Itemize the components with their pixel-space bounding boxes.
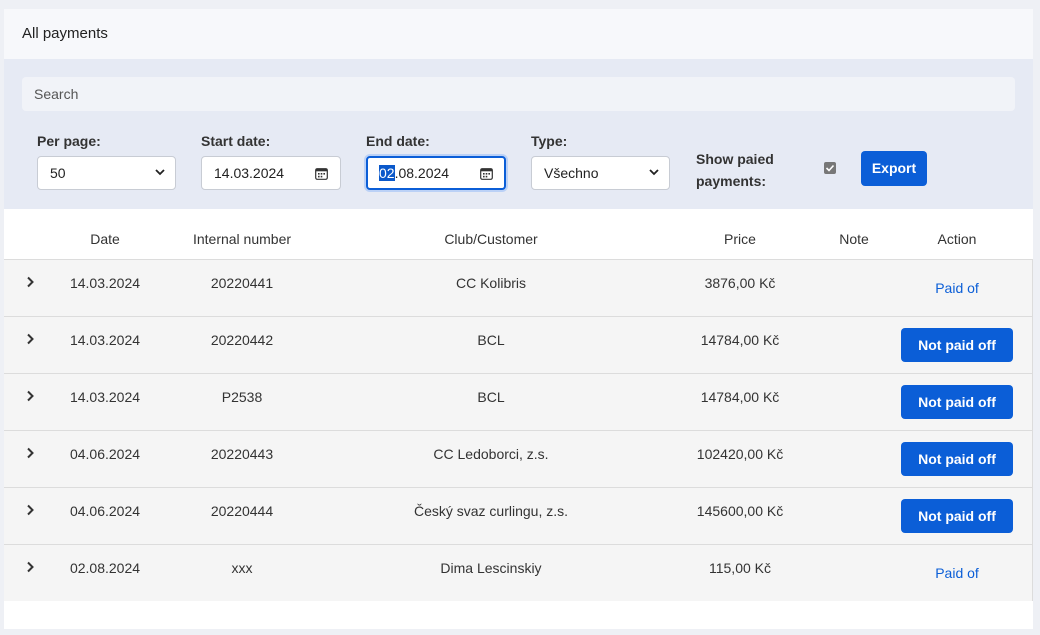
cell-date: 04.06.2024 (69, 446, 141, 462)
cell-customer: BCL (477, 389, 505, 405)
export-button[interactable]: Export (861, 151, 927, 186)
cell-date: 14.03.2024 (69, 389, 141, 405)
start-date-label: Start date: (201, 133, 271, 149)
cell-date: 14.03.2024 (69, 275, 141, 291)
not-paid-off-button[interactable]: Not paid off (901, 499, 1013, 533)
column-header-price: Price (724, 231, 756, 247)
table-row: 14.03.2024 20220442 BCL 14784,00 Kč Not … (4, 316, 1033, 373)
cell-price: 14784,00 Kč (700, 332, 780, 348)
table-row: 04.06.2024 20220443 CC Ledoborci, z.s. 1… (4, 430, 1033, 487)
per-page-value: 50 (50, 165, 66, 181)
end-date-label: End date: (366, 133, 430, 149)
cell-internal-number: 20220442 (210, 332, 274, 348)
page-title: All payments (4, 9, 1033, 59)
cell-customer: BCL (477, 332, 505, 348)
chevron-down-icon (155, 169, 165, 176)
cell-price: 102420,00 Kč (696, 446, 784, 462)
cell-date: 02.08.2024 (69, 560, 141, 576)
cell-customer: Český svaz curlingu, z.s. (413, 503, 569, 519)
start-date-value: 14.03.2024 (214, 165, 285, 181)
chevron-right-icon[interactable] (23, 332, 37, 346)
checkmark-icon (825, 164, 835, 172)
type-label: Type: (531, 133, 568, 149)
cell-internal-number: xxx (231, 560, 253, 576)
start-date-input[interactable]: 14.03.2024 (201, 156, 341, 190)
table-row: 04.06.2024 20220444 Český svaz curlingu,… (4, 487, 1033, 544)
cell-customer: CC Kolibris (455, 275, 526, 291)
show-paid-checkbox[interactable] (824, 162, 836, 174)
table-row: 14.03.2024 20220441 CC Kolibris 3876,00 … (4, 259, 1033, 316)
end-date-selected-segment: 02 (379, 165, 395, 181)
paid-of-link[interactable]: Paid of (909, 565, 1005, 581)
end-date-input[interactable]: 02.08.2024 (366, 156, 506, 190)
cell-internal-number: 20220443 (210, 446, 274, 462)
cell-internal-number: 20220441 (210, 275, 274, 291)
not-paid-off-button[interactable]: Not paid off (901, 385, 1013, 419)
filter-panel: Search Per page: 50 Start date: 14.03.20… (4, 59, 1033, 209)
cell-price: 3876,00 Kč (704, 275, 776, 291)
show-paid-label-line1: Show paied (696, 151, 774, 167)
chevron-right-icon[interactable] (23, 503, 37, 517)
column-header-action: Action (937, 231, 977, 247)
column-header-note: Note (839, 231, 869, 247)
cell-customer: Dima Lescinskiy (440, 560, 542, 576)
cell-customer: CC Ledoborci, z.s. (433, 446, 549, 462)
table-row: 14.03.2024 P2538 BCL 14784,00 Kč Not pai… (4, 373, 1033, 430)
per-page-select[interactable]: 50 (37, 156, 176, 190)
table-row: 02.08.2024 xxx Dima Lescinskiy 115,00 Kč… (4, 544, 1033, 601)
chevron-down-icon (649, 169, 659, 176)
not-paid-off-button[interactable]: Not paid off (901, 328, 1013, 362)
cell-price: 145600,00 Kč (696, 503, 784, 519)
type-value: Všechno (544, 165, 599, 181)
chevron-right-icon[interactable] (23, 446, 37, 460)
cell-internal-number: P2538 (221, 389, 263, 405)
cell-date: 14.03.2024 (69, 332, 141, 348)
column-header-date: Date (90, 231, 120, 247)
show-paid-label-line2: payments: (696, 173, 767, 189)
cell-price: 115,00 Kč (708, 560, 771, 576)
per-page-label: Per page: (37, 133, 101, 149)
calendar-icon[interactable] (480, 167, 493, 180)
type-select[interactable]: Všechno (531, 156, 670, 190)
chevron-right-icon[interactable] (23, 560, 37, 574)
payments-card: All payments Search Per page: 50 Start d… (4, 9, 1033, 629)
cell-price: 14784,00 Kč (700, 389, 780, 405)
search-input[interactable]: Search (22, 77, 1015, 111)
not-paid-off-button[interactable]: Not paid off (901, 442, 1013, 476)
column-header-internal-number: Internal number (192, 231, 292, 247)
paid-of-link[interactable]: Paid of (909, 280, 1005, 296)
chevron-right-icon[interactable] (23, 389, 37, 403)
cell-date: 04.06.2024 (69, 503, 141, 519)
column-header-customer: Club/Customer (444, 231, 538, 247)
cell-internal-number: 20220444 (210, 503, 274, 519)
chevron-right-icon[interactable] (23, 275, 37, 289)
table-header: Date Internal number Club/Customer Price… (4, 209, 1033, 259)
show-paid-label: Show paied payments: (696, 148, 774, 192)
calendar-icon[interactable] (315, 167, 328, 180)
end-date-value: .08.2024 (394, 165, 450, 181)
